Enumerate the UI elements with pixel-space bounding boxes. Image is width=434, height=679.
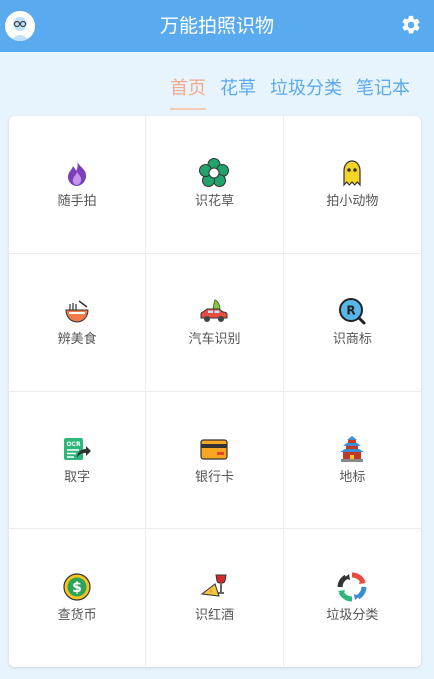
svg-text:OCR: OCR — [67, 441, 82, 448]
yellow-ghost-icon — [343, 160, 361, 187]
registered-trademark-icon: R — [339, 298, 366, 325]
bank-card-icon — [200, 439, 229, 460]
purple-flame-icon — [68, 161, 87, 187]
feature-label: 随手拍 — [57, 194, 97, 210]
feature-label: 地标 — [339, 469, 366, 485]
feature-label: 汽车识别 — [188, 332, 241, 348]
dollar-coin-icon: $ — [63, 573, 91, 601]
feature-landmark[interactable]: 地标 — [283, 392, 421, 530]
landmark-temple-icon — [340, 435, 365, 462]
feature-label: 识花草 — [194, 194, 234, 210]
ocr-icon: OCR — [64, 437, 92, 460]
recycle-icon — [337, 572, 367, 602]
feature-label: 垃圾分类 — [326, 608, 379, 624]
tab-home[interactable]: 首页 — [170, 76, 206, 110]
feature-label: 银行卡 — [194, 469, 234, 485]
feature-label: 辨美食 — [57, 332, 97, 348]
feature-garbage-sorting[interactable]: 垃圾分类 — [284, 529, 421, 667]
feature-food[interactable]: 辨美食 — [9, 253, 147, 392]
feature-label: 拍小动物 — [326, 194, 379, 210]
feature-label: 取字 — [64, 469, 91, 485]
feature-red-wine[interactable]: 识红酒 — [146, 529, 284, 667]
feature-label: 识商标 — [332, 332, 372, 348]
svg-text:$: $ — [72, 580, 82, 596]
top-bar: 万能拍照识物 — [0, 0, 434, 52]
feature-bank-card[interactable]: 银行卡 — [146, 391, 284, 530]
feature-ocr-text[interactable]: OCR 取字 — [9, 391, 147, 530]
settings-gear-icon[interactable] — [400, 14, 422, 36]
feature-car-recognition[interactable]: 汽车识别 — [146, 253, 284, 392]
feature-trademark[interactable]: R 识商标 — [283, 254, 421, 392]
feature-flowers[interactable]: 识花草 — [146, 116, 284, 254]
feature-label: 识红酒 — [194, 608, 234, 624]
car-icon — [200, 299, 228, 323]
tab-notebook[interactable]: 笔记本 — [356, 76, 410, 106]
feature-animals[interactable]: 拍小动物 — [283, 116, 421, 254]
green-flower-icon — [199, 158, 230, 188]
feature-label: 查货币 — [57, 608, 97, 624]
feature-grid: 随手拍 识花草 拍小动物 辨美食 汽车识别 R 识商标 OCR 取字 银行卡 地… — [9, 116, 421, 667]
red-wine-icon — [201, 574, 228, 597]
tab-flowers[interactable]: 花草 — [220, 76, 256, 106]
app-title: 万能拍照识物 — [159, 15, 274, 37]
svg-text:R: R — [347, 304, 356, 318]
feature-currency[interactable]: $ 查货币 — [9, 529, 147, 667]
tab-bar: 首页 花草 垃圾分类 笔记本 — [170, 76, 410, 110]
noodle-bowl-icon — [65, 300, 89, 323]
feature-snapshot[interactable]: 随手拍 — [9, 116, 147, 254]
tab-garbage-sorting[interactable]: 垃圾分类 — [270, 76, 342, 106]
